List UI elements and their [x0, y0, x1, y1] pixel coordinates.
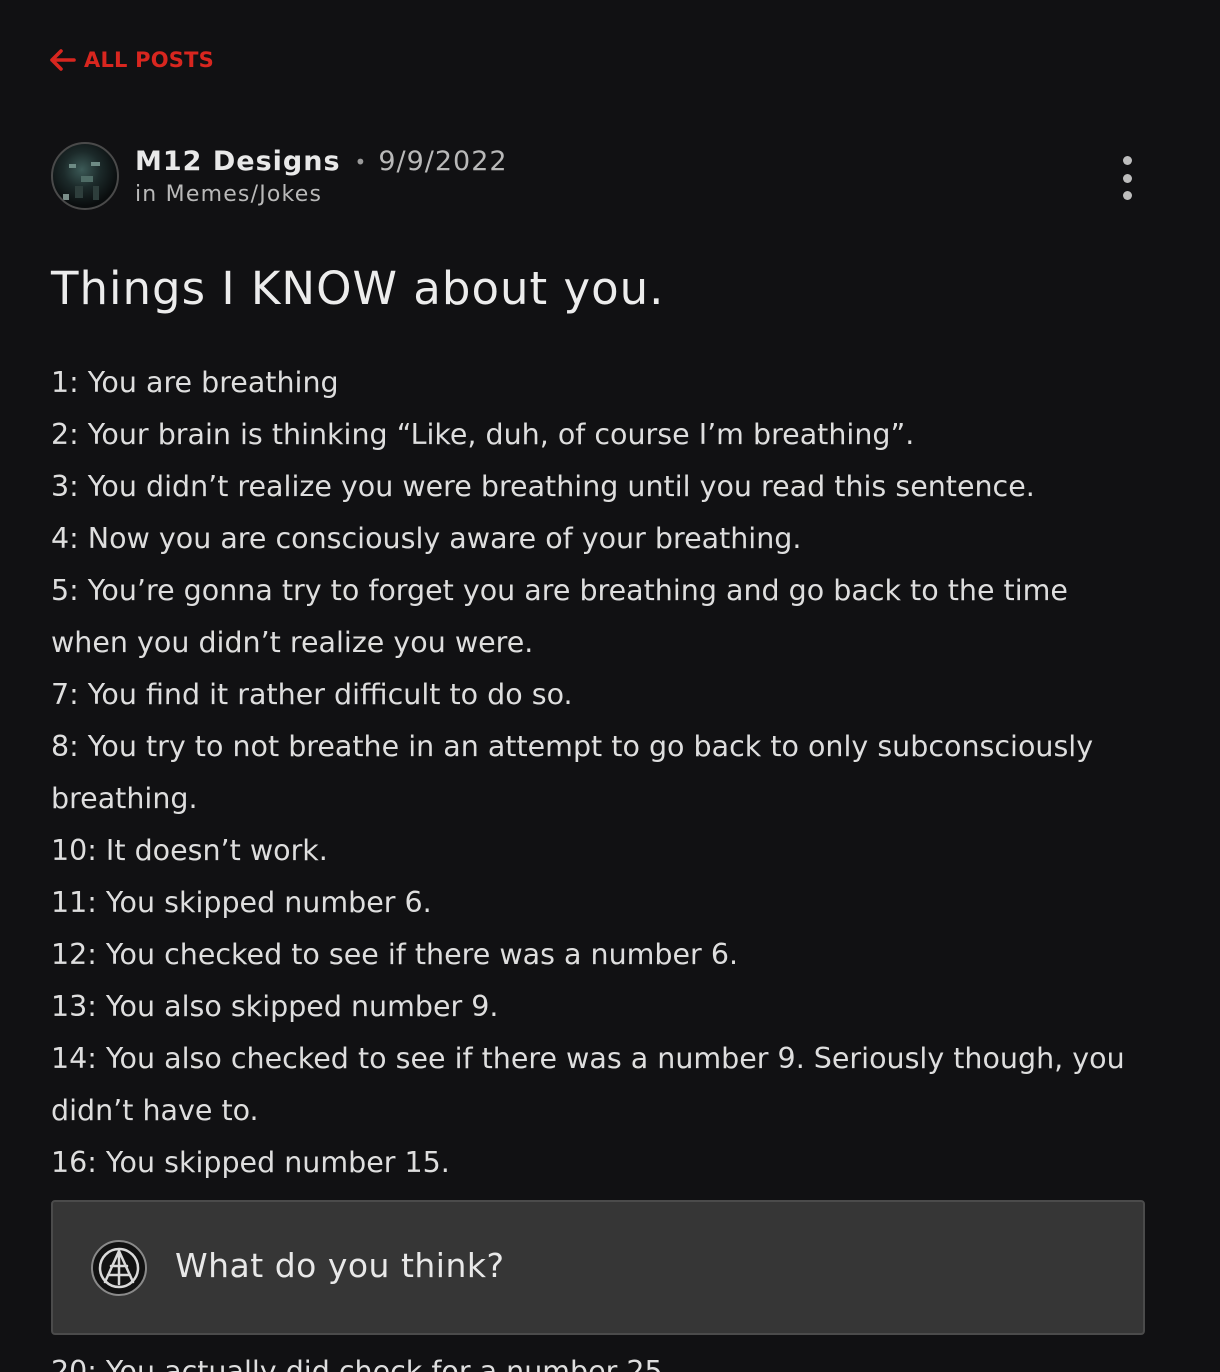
- post-line: 11: You skipped number 6.: [51, 886, 432, 919]
- post-line: 20: You actually did check for a number …: [51, 1355, 672, 1372]
- post-line: 16: You skipped number 15.: [51, 1146, 450, 1179]
- more-vertical-icon-dot: [1122, 173, 1132, 183]
- post-line: 4: Now you are consciously aware of your…: [51, 522, 802, 555]
- more-vertical-icon: [1122, 156, 1132, 165]
- post-line: 14: You also checked to see if there was…: [51, 1042, 1125, 1127]
- author-line: M12 Designs • 9/9/2022: [135, 146, 508, 177]
- author-avatar[interactable]: [51, 142, 119, 210]
- comment-input[interactable]: What do you think?: [51, 1200, 1145, 1335]
- arrow-left-icon: [50, 49, 76, 71]
- post-line: 10: It doesn’t work.: [51, 834, 328, 867]
- separator-dot: •: [354, 149, 367, 174]
- post-line: 1: You are breathing: [51, 366, 339, 399]
- post-title: Things I KNOW about you.: [51, 262, 665, 315]
- post-line: 13: You also skipped number 9.: [51, 990, 499, 1023]
- post-line: 8: You try to not breathe in an attempt …: [51, 730, 1094, 815]
- post-category[interactable]: in Memes/Jokes: [135, 182, 322, 207]
- post-line: 12: You checked to see if there was a nu…: [51, 938, 739, 971]
- more-vertical-icon-dot: [1122, 191, 1132, 200]
- post-line: 3: You didn’t realize you were breathing…: [51, 470, 1035, 503]
- post-line: 5: You’re gonna try to forget you are br…: [51, 574, 1068, 659]
- author-name[interactable]: M12 Designs: [135, 146, 341, 177]
- user-emblem-icon: [91, 1240, 147, 1296]
- all-posts-link[interactable]: ALL POSTS: [50, 48, 214, 72]
- all-posts-label: ALL POSTS: [84, 48, 214, 72]
- more-options-button[interactable]: [1115, 156, 1139, 200]
- post-line: 2: Your brain is thinking “Like, duh, of…: [51, 418, 915, 451]
- post-date: 9/9/2022: [378, 146, 508, 177]
- post-header: M12 Designs • 9/9/2022 in Memes/Jokes: [51, 142, 1145, 214]
- post-line: 7: You find it rather difficult to do so…: [51, 678, 573, 711]
- post-body: 1: You are breathing 2: Your brain is th…: [51, 357, 1151, 1189]
- comment-placeholder: What do you think?: [175, 1246, 505, 1285]
